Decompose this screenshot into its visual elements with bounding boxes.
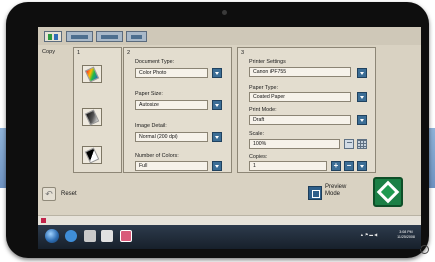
copy-tab-icon-secondary [54,34,58,40]
app-logo-icon [41,218,46,223]
paper-type-select[interactable]: Coated Paper [249,92,351,102]
image-detail-select[interactable]: Normal (200 dpi) [135,132,208,142]
preview-icon[interactable] [308,186,322,200]
copies-label: Copies: [249,154,268,160]
start-copy-button[interactable] [373,177,403,207]
copies-dropdown-icon[interactable] [357,161,367,171]
system-tray-icons[interactable]: ▲ ⚑ ▬ ◀ [360,232,377,237]
tab-print[interactable] [96,31,123,42]
tab-scan[interactable] [66,31,93,42]
section-title: Copy [42,49,56,55]
app-taskbar-icon[interactable] [120,230,132,242]
paper-type-label: Paper Type: [249,85,278,91]
panel-document-type-presets: 1 [73,47,122,173]
tablet-bezel: Copy 1 2 Document Type: Color Photo Pape… [6,2,429,258]
image-detail-label: Image Detail: [135,123,167,129]
minus-icon[interactable]: − [344,161,354,171]
ie-icon[interactable] [65,230,77,242]
scan-tab-icon [71,35,88,39]
panel-number: 1 [77,50,81,56]
grayscale-photo-preset[interactable] [82,108,102,126]
print-mode-label: Print Mode: [249,107,277,113]
panel-scan-settings: 2 Document Type: Color Photo Paper Size:… [123,47,232,173]
black-white-preset[interactable] [82,146,102,164]
clock-date: 11/25/2008 [397,235,415,239]
number-of-colors-dropdown-icon[interactable] [212,161,222,171]
number-of-colors-label: Number of Colors: [135,153,179,159]
printer-dropdown-icon[interactable] [357,68,367,78]
paper-size-select[interactable]: Autosize [135,100,208,110]
print-mode-dropdown-icon[interactable] [357,115,367,125]
panel-number: 3 [241,50,245,56]
start-button[interactable] [45,229,59,243]
tab-copy[interactable] [44,31,62,42]
scale-label: Scale: [249,131,264,137]
grayscale-photo-icon [84,109,100,126]
preview-mode-label-line2[interactable]: Mode [325,191,340,197]
color-photo-icon [84,66,100,83]
print-mode-select[interactable]: Draft [249,115,351,125]
camera-icon [222,10,227,15]
reset-icon[interactable]: ↶ [42,187,56,201]
app-screen: Copy 1 2 Document Type: Color Photo Pape… [38,27,421,249]
panel-number: 2 [127,50,131,56]
reset-button[interactable]: Reset [61,191,77,197]
plus-icon[interactable]: + [331,161,341,171]
color-photo-preset[interactable] [82,65,102,83]
copy-tab-icon [48,34,52,40]
document-type-label: Document Type: [135,59,175,65]
clock[interactable]: 3:08 PM 11/25/2008 [394,230,418,240]
copies-input[interactable]: 1 [249,161,327,171]
black-white-icon [84,147,100,164]
scale-list-icon[interactable] [344,139,354,149]
printer-select[interactable]: Canon iPF755 [249,67,351,77]
scale-grid-icon[interactable] [357,139,367,149]
paper-type-dropdown-icon[interactable] [357,92,367,102]
window-icon[interactable] [101,230,113,242]
print-tab-icon [101,35,118,39]
folder-icon[interactable] [84,230,96,242]
tab-settings[interactable] [126,31,147,42]
tab-bar [38,27,421,45]
paper-size-dropdown-icon[interactable] [212,100,222,110]
settings-tab-icon [131,35,142,39]
printer-settings-label: Printer Settings [249,59,286,65]
document-type-dropdown-icon[interactable] [212,68,222,78]
scale-input[interactable]: 100% [249,139,340,149]
document-type-select[interactable]: Color Photo [135,68,208,78]
paper-size-label: Paper Size: [135,91,163,97]
image-detail-dropdown-icon[interactable] [212,132,222,142]
panel-printer-settings: 3 Printer Settings Canon iPF755 Paper Ty… [237,47,376,173]
preview-mode-label-line1[interactable]: Preview [325,184,346,190]
home-button[interactable] [420,245,429,254]
taskbar: ▲ ⚑ ▬ ◀ 3:08 PM 11/25/2008 [38,225,421,249]
number-of-colors-select[interactable]: Full [135,161,208,171]
